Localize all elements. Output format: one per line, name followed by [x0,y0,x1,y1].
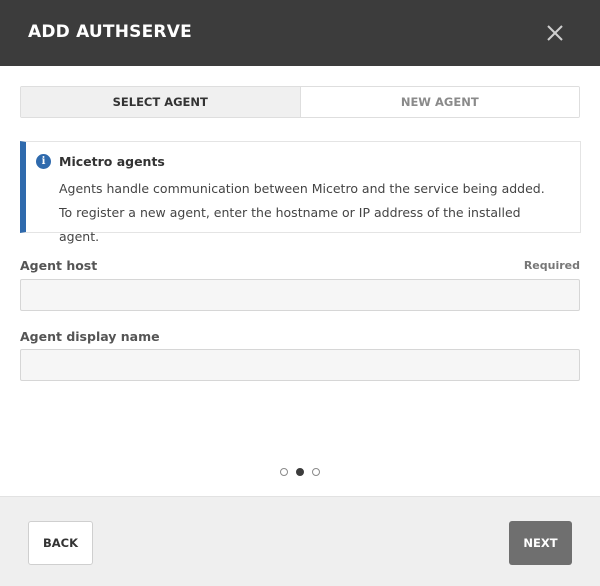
next-button[interactable]: NEXT [509,521,572,565]
tab-new-agent[interactable]: NEW AGENT [300,87,579,117]
tab-select-agent[interactable]: SELECT AGENT [21,87,301,117]
close-button[interactable] [540,18,570,48]
info-icon: i [36,154,51,169]
agent-tabs: SELECT AGENT NEW AGENT [20,86,580,118]
back-button[interactable]: BACK [28,521,93,565]
step-dot [312,468,320,476]
close-icon [547,25,563,41]
dialog-header: ADD AUTHSERVE [0,0,600,66]
info-callout: i Micetro agents Agents handle communica… [20,141,581,244]
dialog-title: ADD AUTHSERVE [28,22,192,42]
agent-display-name-input[interactable] [20,349,580,381]
agent-host-input[interactable] [20,279,580,311]
info-title: Micetro agents [59,154,165,169]
info-text: Agents handle communication between Mice… [59,181,545,244]
step-dot [280,468,288,476]
step-dot-current [296,468,304,476]
step-indicator [280,468,320,478]
agent-display-name-label: Agent display name [20,329,160,344]
dialog-footer: BACK NEXT [0,496,600,586]
add-authserve-dialog: ADD AUTHSERVE SELECT AGENT NEW AGENT i M… [0,0,600,586]
agent-host-label: Agent host [20,258,98,273]
required-indicator: Required [523,259,580,272]
